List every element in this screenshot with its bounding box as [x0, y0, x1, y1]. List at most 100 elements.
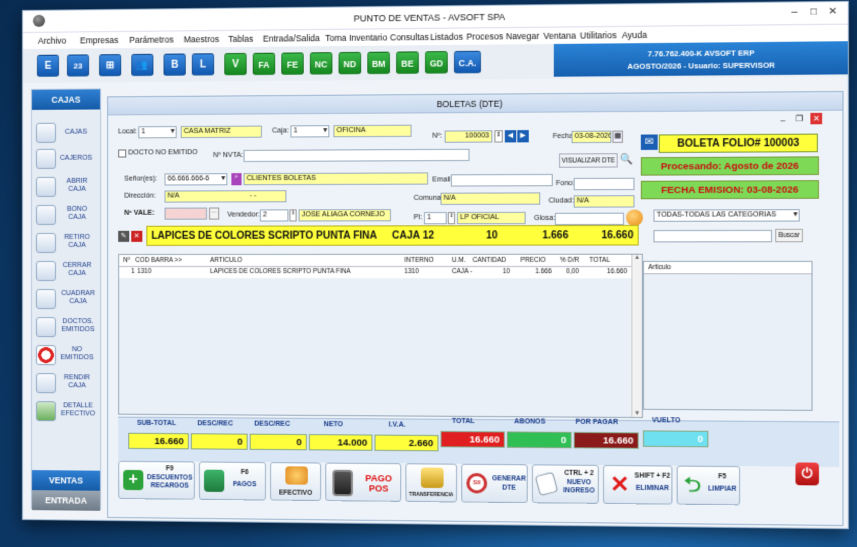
child-close-icon[interactable]: ✕	[810, 113, 822, 124]
search-icon[interactable]: 🔍	[620, 153, 635, 167]
docto-no-emitido-checkbox[interactable]	[118, 149, 126, 157]
maximize-icon[interactable]: □	[805, 6, 822, 19]
toolbar-e-button[interactable]: E	[37, 55, 59, 77]
pl-num-field[interactable]: 1	[424, 212, 447, 224]
vendedor-num-field[interactable]: 2	[260, 209, 289, 221]
col-cod-barra[interactable]: COD BARRA >>	[135, 257, 182, 264]
menu-archivo[interactable]: Archivo	[38, 36, 66, 46]
col-num[interactable]: Nº	[123, 257, 130, 264]
vale-field[interactable]	[165, 208, 207, 220]
menu-maestros[interactable]: Maestros	[184, 34, 219, 44]
transferencia-button[interactable]: TRANSFERENCIA	[405, 463, 457, 502]
menu-navegar[interactable]: Navegar	[506, 31, 539, 42]
nvta-field[interactable]	[244, 149, 470, 162]
table-row[interactable]: 1 1310 LAPICES DE COLORES SCRIPTO PUNTA …	[119, 267, 631, 278]
descuentos-recargos-button[interactable]: + F9 DESCUENTOS RECARGOS	[118, 461, 195, 500]
col-dr[interactable]: % D/R	[560, 257, 579, 264]
date-picker-icon[interactable]: ▦	[612, 131, 623, 143]
menu-listados[interactable]: Listados	[430, 32, 463, 43]
sidebar-item-cajas[interactable]: CAJAS	[36, 122, 96, 146]
toolbar-gd-button[interactable]: GD	[425, 51, 448, 74]
menu-parametros[interactable]: Parámetros	[129, 34, 173, 44]
numero-spin-icon[interactable]: ⇕	[494, 130, 502, 142]
sidebar-item-rendir-caja[interactable]: RENDIR CAJA	[36, 372, 96, 396]
client-search-icon[interactable]: ⌕	[231, 173, 241, 185]
mail-icon[interactable]: ✉	[641, 134, 658, 149]
grid-scrollbar[interactable]: ▲ ▼	[631, 255, 642, 417]
local-select[interactable]: 1	[138, 126, 176, 138]
eliminar-button[interactable]: ✕ SHIFT + F2 ELIMINAR	[603, 465, 672, 505]
numero-field[interactable]: 100003	[445, 130, 493, 142]
users-icon[interactable]: 👥	[131, 54, 153, 76]
col-interno[interactable]: INTERNO	[404, 257, 433, 264]
calendar-icon[interactable]: 23	[67, 54, 89, 76]
menu-ayuda[interactable]: Ayuda	[622, 30, 647, 41]
caja-select[interactable]: 1	[290, 125, 329, 137]
col-cantidad[interactable]: CANTIDAD	[473, 257, 506, 264]
sidebar-item-detalle-efectivo[interactable]: DETALLE EFECTIVO	[36, 400, 96, 424]
visualizar-dte-button[interactable]: VISUALIZAR DTE	[559, 153, 618, 168]
next-arrow-icon[interactable]: ▶	[517, 130, 528, 142]
power-icon[interactable]: ⏻	[795, 462, 818, 485]
sidebar-ventas-button[interactable]: VENTAS	[32, 470, 100, 491]
sidebar-entrada-button[interactable]: ENTRADA	[32, 490, 100, 511]
toolbar-be-button[interactable]: BE	[396, 51, 419, 74]
buscar-button[interactable]: Buscar	[775, 229, 803, 242]
categoria-select[interactable]: TODAS-TODAS LAS CATEGORIAS	[653, 209, 799, 222]
col-precio[interactable]: PRECIO	[520, 257, 545, 264]
network-icon[interactable]: ⊞	[99, 54, 121, 76]
sidebar-item-doctos-emitidos[interactable]: DOCTOS. EMITIDOS	[36, 316, 96, 340]
toolbar-fe-button[interactable]: FE	[281, 52, 303, 74]
menu-procesos[interactable]: Procesos	[466, 31, 503, 42]
menu-consultas[interactable]: Consultas	[390, 32, 429, 43]
menu-utilitarios[interactable]: Utilitarios	[580, 30, 617, 41]
delete-row-icon[interactable]: ✕	[131, 231, 142, 242]
child-minimize-icon[interactable]: –	[781, 115, 786, 124]
glosa-field[interactable]	[555, 213, 624, 225]
toolbar-l-button[interactable]: L	[192, 53, 214, 75]
menu-tablas[interactable]: Tablas	[228, 34, 253, 44]
menu-toma-inventario[interactable]: Toma Inventario	[325, 32, 387, 43]
toolbar-nc-button[interactable]: NC	[310, 52, 333, 74]
menu-entrada-salida[interactable]: Entrada/Salida	[263, 33, 320, 44]
menu-ventana[interactable]: Ventana	[543, 30, 576, 41]
child-restore-icon[interactable]: ❐	[795, 114, 803, 123]
close-icon[interactable]: ✕	[824, 6, 841, 19]
limpiar-button[interactable]: ⮌ F5 LIMPIAR	[677, 466, 740, 506]
minimize-icon[interactable]: –	[786, 6, 803, 19]
pagos-button[interactable]: F6 PAGOS	[199, 462, 266, 501]
search-input[interactable]	[653, 230, 772, 243]
toolbar-v-button[interactable]: V	[224, 53, 246, 75]
rut-select[interactable]: 66.666.666-6	[165, 173, 228, 185]
sidebar-item-abrir-caja[interactable]: ABRIR CAJA	[36, 176, 96, 200]
toolbar-nd-button[interactable]: ND	[339, 52, 362, 75]
sidebar-item-cerrar-caja[interactable]: CERRAR CAJA	[36, 260, 96, 284]
pl-spin-icon[interactable]: ⇕	[448, 212, 455, 224]
fono-field[interactable]	[574, 178, 635, 191]
efectivo-button[interactable]: EFECTIVO	[270, 462, 321, 501]
email-field[interactable]	[451, 174, 553, 187]
sidebar-item-cuadrar-caja[interactable]: CUADRAR CAJA	[36, 288, 96, 312]
toolbar-bm-button[interactable]: BM	[367, 52, 390, 75]
col-total[interactable]: TOTAL	[589, 257, 610, 264]
vale-browse-button[interactable]: …	[209, 208, 219, 220]
user-coin-icon[interactable]	[626, 210, 643, 226]
col-articulo[interactable]: ARTICULO	[210, 257, 242, 264]
nuevo-ingreso-button[interactable]: CTRL + 2 NUEVO INGRESO	[532, 464, 599, 504]
sidebar-item-no-emitidos[interactable]: NO EMITIDOS	[36, 344, 96, 368]
generar-dte-button[interactable]: SII GENERAR DTE	[461, 464, 528, 503]
toolbar-ca-button[interactable]: C.A.	[454, 51, 481, 74]
toolbar-fa-button[interactable]: FA	[253, 53, 275, 75]
fecha-field[interactable]: 03-08-2026	[572, 131, 612, 144]
sidebar-item-retiro-caja[interactable]: RETIRO CAJA	[36, 232, 96, 256]
prev-arrow-icon[interactable]: ◀	[505, 130, 516, 142]
sidebar-item-cajeros[interactable]: CAJEROS	[36, 148, 96, 172]
sidebar-item-bono-caja[interactable]: BONO CAJA	[36, 204, 96, 228]
menu-empresas[interactable]: Empresas	[80, 35, 118, 45]
sidebar-header-cajas[interactable]: CAJAS	[32, 89, 100, 110]
edit-row-icon[interactable]: ✎	[118, 231, 129, 242]
pago-pos-button[interactable]: PAGO POS	[325, 463, 401, 502]
toolbar-b-button[interactable]: B	[164, 53, 186, 75]
col-um[interactable]: U.M.	[452, 257, 466, 264]
vendedor-spin-icon[interactable]: ⇕	[289, 209, 296, 221]
